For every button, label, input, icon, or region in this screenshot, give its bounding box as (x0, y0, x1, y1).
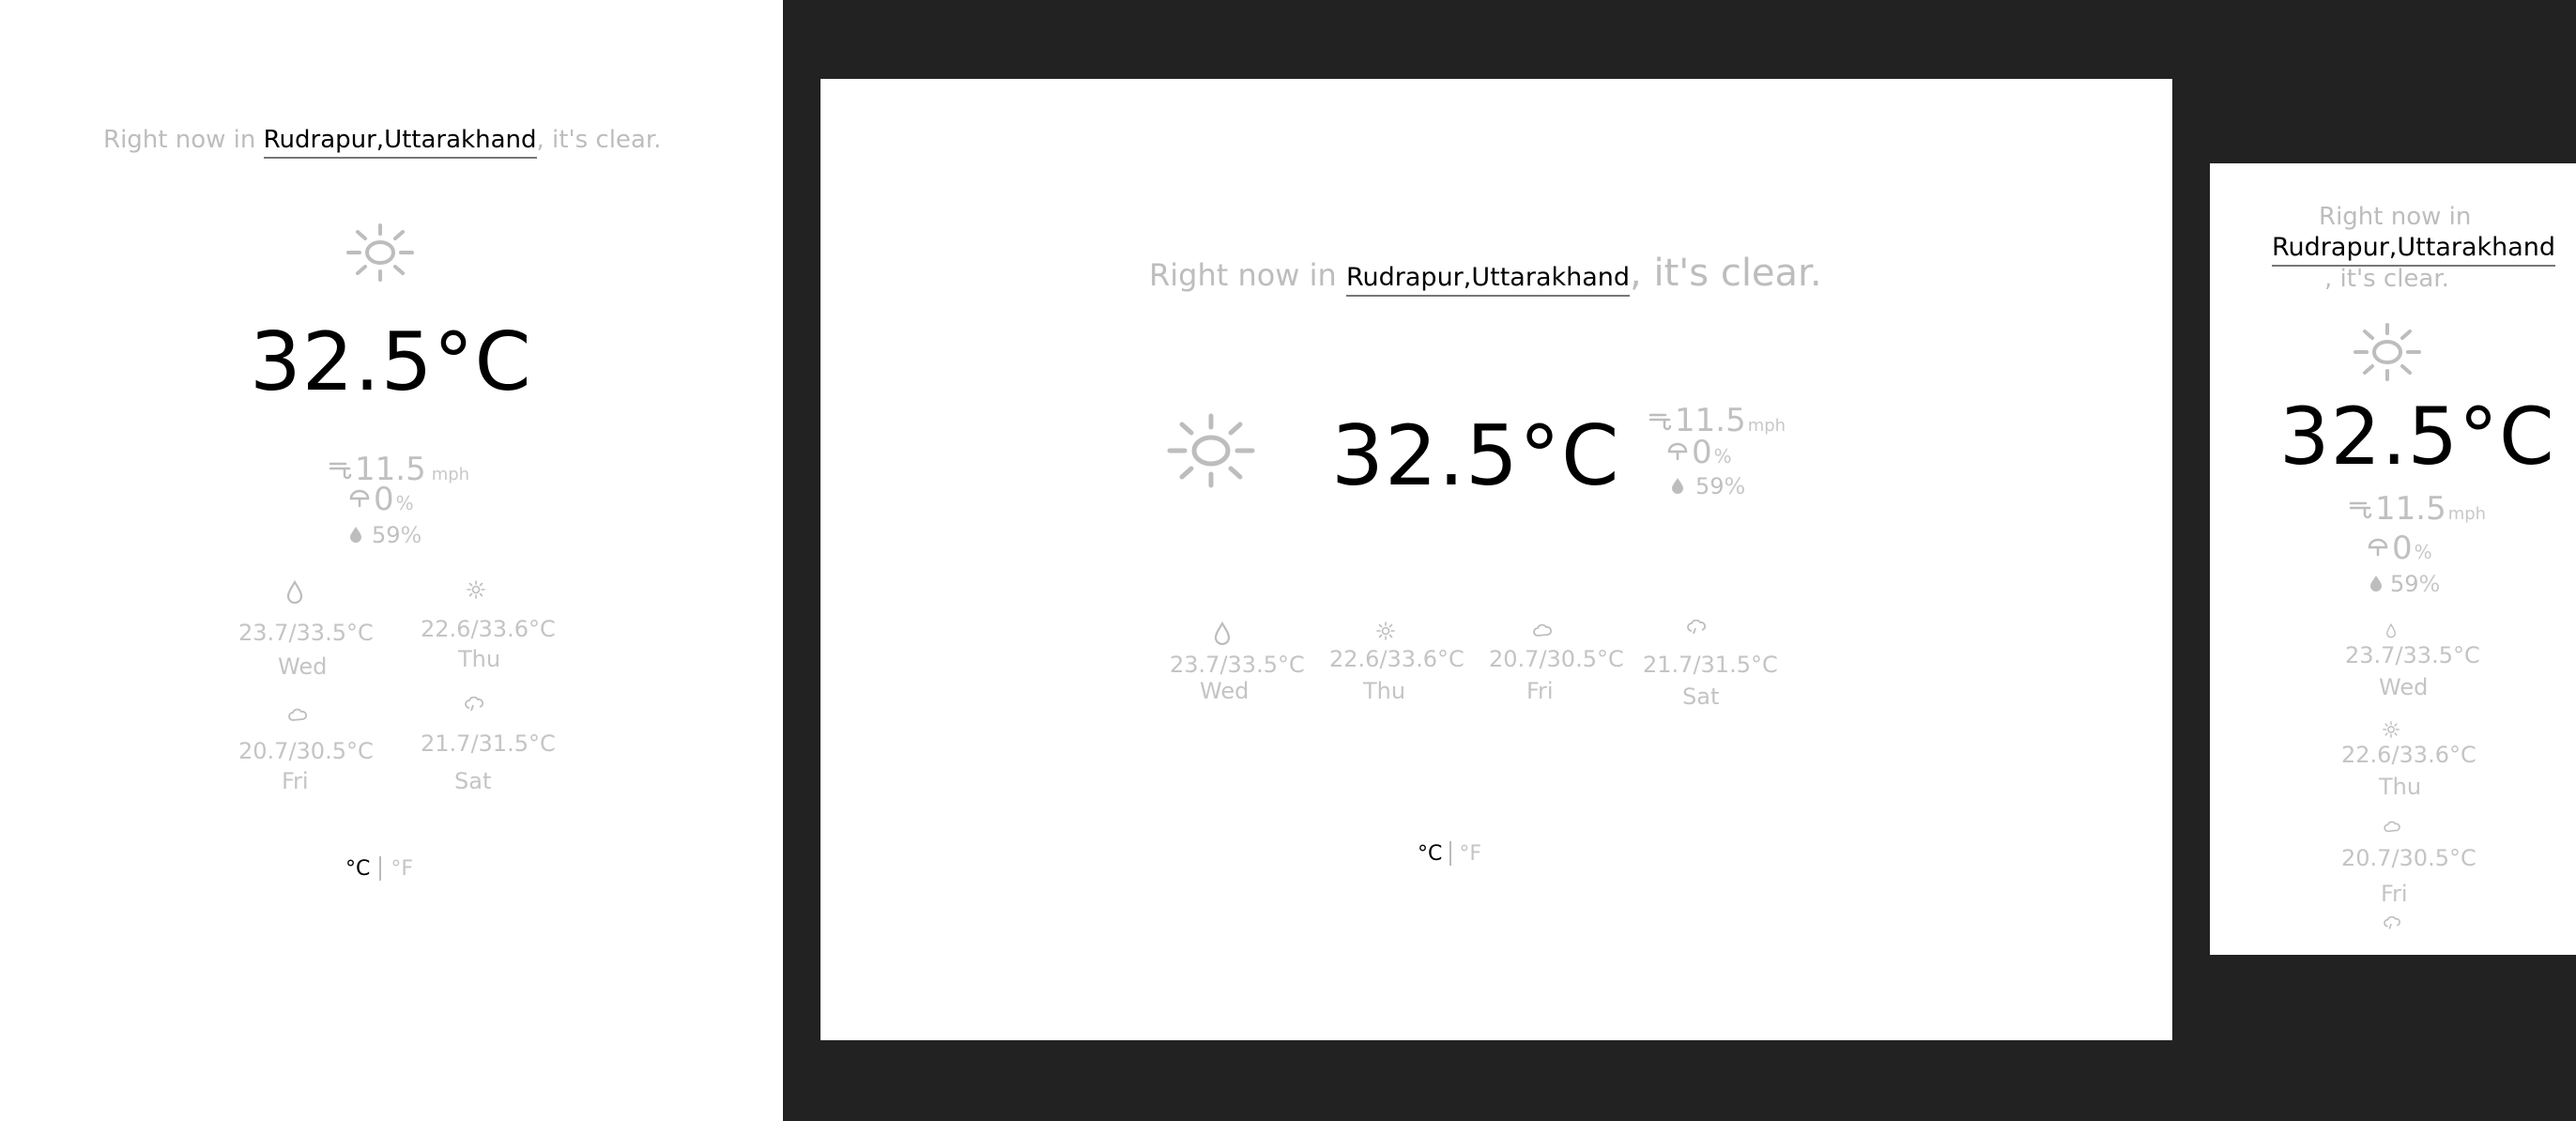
cloud-icon (287, 708, 308, 723)
fahrenheit-button[interactable]: °F (391, 857, 413, 881)
unit-toggle: °C °F (1418, 841, 1481, 866)
humidity-stat: 59 % (349, 522, 422, 548)
celsius-button[interactable]: °C (345, 857, 370, 881)
headline: Right now in Rudrapur,Uttarakhand, it's … (103, 126, 662, 159)
forecast-day: Sat (1682, 683, 1720, 710)
city-link[interactable]: Rudrapur,Uttarakhand (1345, 263, 1631, 297)
wind-unit: mph (1747, 416, 1786, 436)
wind-stat: 11.5 mph (2349, 490, 2486, 528)
forecast-day: Fri (2381, 881, 2408, 907)
forecast-range: 23.7/33.5°C (238, 620, 374, 646)
unit-divider (1449, 841, 1452, 866)
sun-icon (344, 222, 417, 284)
wind-icon (329, 457, 353, 480)
forecast-range: 22.6/33.6°C (421, 616, 556, 642)
humidity-value: 59 (2390, 571, 2419, 597)
humidity-unit: % (400, 522, 422, 548)
forecast-day: Fri (282, 768, 309, 794)
precip-value: 0 (374, 481, 394, 518)
precip-value: 0 (2392, 530, 2413, 567)
wind-value: 11.5 (2375, 490, 2446, 528)
cloud-rain-icon (1686, 620, 1707, 637)
panel-narrow: Right now in Rudrapur,Uttarakhand , it's… (2210, 163, 2576, 955)
humidity-stat: 59 % (2369, 571, 2440, 597)
forecast-range: 20.7/30.5°C (1489, 646, 1624, 672)
headline-prefix: Right now in (1149, 257, 1337, 293)
forecast-range: 21.7/31.5°C (1643, 652, 1778, 678)
forecast-day: Thu (458, 646, 501, 672)
precip-stat: 0 % (349, 481, 414, 518)
cloud-rain-icon (464, 697, 484, 714)
sun-icon (2383, 721, 2400, 738)
forecast-range: 20.7/30.5°C (238, 738, 374, 764)
wind-unit: mph (431, 465, 470, 484)
precip-value: 0 (1692, 434, 1712, 471)
forecast-range: 22.6/33.6°C (1329, 646, 1464, 672)
humidity-unit: % (2418, 571, 2441, 597)
umbrella-icon (1667, 442, 1688, 463)
headline: Right now in Rudrapur,Uttarakhand, it's … (1149, 252, 1822, 297)
humidity-stat: 59 % (1671, 473, 1745, 499)
city-link-wrap: Rudrapur,Uttarakhand (2272, 233, 2556, 267)
panel-mobile: Right now in Rudrapur,Uttarakhand, it's … (0, 0, 783, 1121)
raindrop-icon (285, 580, 304, 605)
headline-suffix: , it's clear. (1630, 252, 1822, 295)
raindrop-icon (1213, 622, 1232, 646)
humidity-icon (2369, 575, 2383, 591)
humidity-icon (349, 526, 362, 543)
forecast-range: 23.7/33.5°C (1170, 652, 1305, 678)
humidity-icon (1671, 477, 1684, 494)
forecast-range: 21.7/31.5°C (421, 730, 556, 757)
umbrella-icon (349, 489, 370, 510)
forecast-range: 23.7/33.5°C (2345, 642, 2480, 668)
precip-unit: % (2414, 541, 2432, 563)
humidity-value: 59 (372, 522, 401, 548)
city-link[interactable]: Rudrapur,Uttarakhand (2272, 233, 2556, 267)
wind-icon (1648, 408, 1673, 431)
sun-icon (2351, 321, 2424, 383)
precip-stat: 0 % (2368, 530, 2432, 567)
forecast-day: Wed (278, 653, 328, 680)
unit-toggle: °C °F (345, 856, 413, 881)
precip-unit: % (395, 492, 414, 514)
headline-prefix: Right now in (2319, 203, 2472, 231)
forecast-day: Sat (454, 768, 492, 794)
forecast-day: Wed (2379, 674, 2429, 700)
forecast-day: Wed (1200, 678, 1250, 704)
forecast-day: Thu (1363, 678, 1406, 704)
umbrella-icon (2368, 538, 2388, 559)
precip-unit: % (1713, 445, 1732, 468)
forecast-range: 22.6/33.6°C (2341, 742, 2476, 768)
forecast-day: Fri (1526, 678, 1554, 704)
current-temperature: 32.5°C (250, 315, 532, 409)
current-temperature: 32.5°C (2279, 391, 2555, 483)
humidity-unit: % (1724, 473, 1746, 499)
current-temperature: 32.5°C (1331, 407, 1620, 504)
wind-icon (2349, 497, 2373, 519)
wind-unit: mph (2447, 504, 2487, 524)
humidity-value: 59 (1695, 473, 1725, 499)
sun-icon (1164, 411, 1258, 490)
city-link[interactable]: Rudrapur,Uttarakhand (263, 126, 537, 159)
unit-divider (379, 856, 382, 881)
cloud-icon (2383, 821, 2401, 834)
precip-stat: 0 % (1667, 434, 1732, 471)
cloud-rain-icon (2383, 916, 2401, 931)
forecast-range: 20.7/30.5°C (2341, 845, 2476, 871)
sun-icon (1376, 622, 1395, 640)
headline-suffix: , it's clear. (536, 126, 662, 154)
sun-icon (467, 580, 485, 599)
fahrenheit-button[interactable]: °F (1459, 842, 1481, 866)
cloud-icon (1532, 623, 1553, 638)
forecast-day: Thu (2379, 774, 2422, 800)
raindrop-icon (2384, 623, 2398, 638)
headline-suffix: , it's clear. (2324, 265, 2449, 293)
headline-prefix: Right now in (103, 126, 256, 154)
celsius-button[interactable]: °C (1418, 842, 1442, 866)
panel-desktop: Right now in Rudrapur,Uttarakhand, it's … (820, 79, 2172, 1040)
